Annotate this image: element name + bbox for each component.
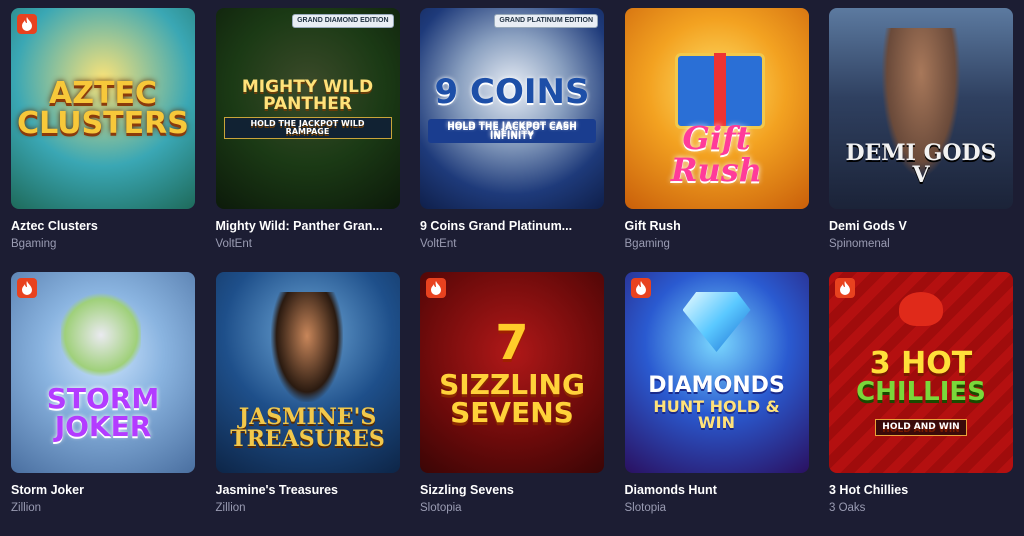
game-card-demi-gods-v[interactable]: DEMI GODS V Demi Gods V Spinomenal — [829, 8, 1013, 272]
game-thumbnail[interactable]: 3 HOT CHILLIES HOLD AND WIN — [829, 272, 1013, 473]
game-title[interactable]: Storm Joker — [11, 483, 195, 497]
game-card-gift-rush[interactable]: Gift Rush Gift Rush Bgaming — [624, 8, 809, 272]
game-provider: VoltEnt — [215, 238, 252, 250]
game-art-subtitle: HUNT HOLD & WIN — [653, 396, 780, 432]
seven-symbol: 7 — [495, 314, 529, 371]
game-provider: Bgaming — [11, 238, 57, 250]
game-art-title-text-2: CHILLIES — [856, 377, 986, 407]
game-thumbnail[interactable]: DEMI GODS V — [829, 8, 1013, 209]
fire-icon — [835, 278, 855, 298]
fire-icon — [17, 14, 37, 34]
game-card-9-coins[interactable]: GRAND PLATINUM EDITION 9 COINS HOLD THE … — [420, 8, 604, 272]
game-thumbnail[interactable]: JASMINE'S TREASURES — [215, 272, 400, 473]
game-art-title: MIGHTY WILD PANTHER HOLD THE JACKPOT WIL… — [216, 76, 400, 139]
game-thumbnail[interactable]: GRAND PLATINUM EDITION 9 COINS HOLD THE … — [420, 8, 604, 209]
game-card-sizzling-sevens[interactable]: 7 SIZZLING SEVENS Sizzling Sevens Slotop… — [420, 272, 604, 536]
game-art-subtitle: HOLD THE JACKPOT WILD RAMPAGE — [223, 116, 392, 139]
game-art-title: DIAMONDS HUNT HOLD & WIN — [625, 372, 809, 432]
game-art-title-text: MIGHTY WILD PANTHER — [241, 76, 374, 114]
game-art-title: 7 SIZZLING SEVENS — [420, 319, 604, 427]
game-thumbnail[interactable]: GRAND DIAMOND EDITION MIGHTY WILD PANTHE… — [215, 8, 400, 209]
game-thumbnail[interactable]: DIAMONDS HUNT HOLD & WIN — [624, 272, 809, 473]
game-provider: VoltEnt — [420, 238, 457, 250]
game-thumbnail[interactable]: Gift Rush — [624, 8, 809, 209]
fire-icon — [17, 278, 37, 298]
game-card-jasmines-treasures[interactable]: JASMINE'S TREASURES Jasmine's Treasures … — [215, 272, 400, 536]
games-grid: AZTEC CLUSTERS Aztec Clusters Bgaming GR… — [11, 8, 1013, 536]
fire-icon — [426, 278, 446, 298]
game-art-title-text: 3 HOT — [869, 346, 973, 381]
game-art-title-text: DIAMONDS — [648, 372, 785, 398]
game-title[interactable]: Demi Gods V — [829, 219, 1013, 233]
game-art-title-text: SIZZLING SEVENS — [439, 367, 585, 429]
game-card-3-hot-chillies[interactable]: 3 HOT CHILLIES HOLD AND WIN 3 Hot Chilli… — [829, 272, 1013, 536]
game-art-title: STORM JOKER — [46, 381, 160, 443]
game-art-subtitle: HOLD THE JACKPOT CASH INFINITY — [428, 118, 596, 143]
game-provider: Zillion — [215, 502, 246, 514]
game-title[interactable]: 3 Hot Chillies — [829, 483, 1013, 497]
game-title[interactable]: Diamonds Hunt — [625, 483, 809, 497]
game-thumbnail[interactable]: STORM JOKER — [11, 272, 195, 473]
diamond-icon — [682, 292, 751, 352]
game-title[interactable]: Mighty Wild: Panther Gran... — [216, 219, 400, 233]
game-title[interactable]: Jasmine's Treasures — [216, 483, 400, 497]
game-art-title: AZTEC CLUSTERS — [17, 75, 189, 141]
game-art-title: 3 HOT CHILLIES HOLD AND WIN — [848, 349, 994, 436]
edition-badge: GRAND PLATINUM EDITION — [494, 14, 598, 28]
game-art-title: JASMINE'S TREASURES — [230, 403, 385, 452]
game-art-title-text: 9 COINS — [434, 71, 590, 112]
edition-badge: GRAND DIAMOND EDITION — [292, 14, 394, 28]
game-thumbnail[interactable]: AZTEC CLUSTERS — [11, 8, 195, 209]
game-card-aztec-clusters[interactable]: AZTEC CLUSTERS Aztec Clusters Bgaming — [11, 8, 195, 272]
game-provider: Slotopia — [420, 502, 462, 514]
game-provider: Zillion — [11, 502, 42, 514]
game-title[interactable]: Gift Rush — [625, 219, 809, 233]
game-provider: Bgaming — [624, 238, 670, 250]
game-provider: Spinomenal — [829, 238, 890, 250]
game-art-title: 9 COINS HOLD THE JACKPOT CASH INFINITY — [420, 75, 604, 143]
game-card-mighty-wild-panther[interactable]: GRAND DIAMOND EDITION MIGHTY WILD PANTHE… — [215, 8, 400, 272]
game-provider: Slotopia — [624, 502, 667, 514]
game-thumbnail[interactable]: 7 SIZZLING SEVENS — [420, 272, 604, 473]
game-title[interactable]: Aztec Clusters — [11, 219, 195, 233]
game-art-title: Gift Rush — [670, 118, 763, 189]
fire-icon — [630, 278, 651, 298]
game-provider: 3 Oaks — [829, 502, 866, 514]
game-card-diamonds-hunt[interactable]: DIAMONDS HUNT HOLD & WIN Diamonds Hunt S… — [624, 272, 809, 536]
joker-face-icon — [61, 290, 141, 380]
game-art-title: DEMI GODS V — [845, 139, 997, 188]
chili-pepper-icon — [899, 292, 943, 326]
game-card-storm-joker[interactable]: STORM JOKER Storm Joker Zillion — [11, 272, 195, 536]
princess-face-icon — [270, 292, 343, 402]
game-art-subtitle: HOLD AND WIN — [875, 419, 967, 436]
gift-box-icon — [674, 53, 765, 129]
game-title[interactable]: 9 Coins Grand Platinum... — [420, 219, 604, 233]
game-title[interactable]: Sizzling Sevens — [420, 483, 604, 497]
